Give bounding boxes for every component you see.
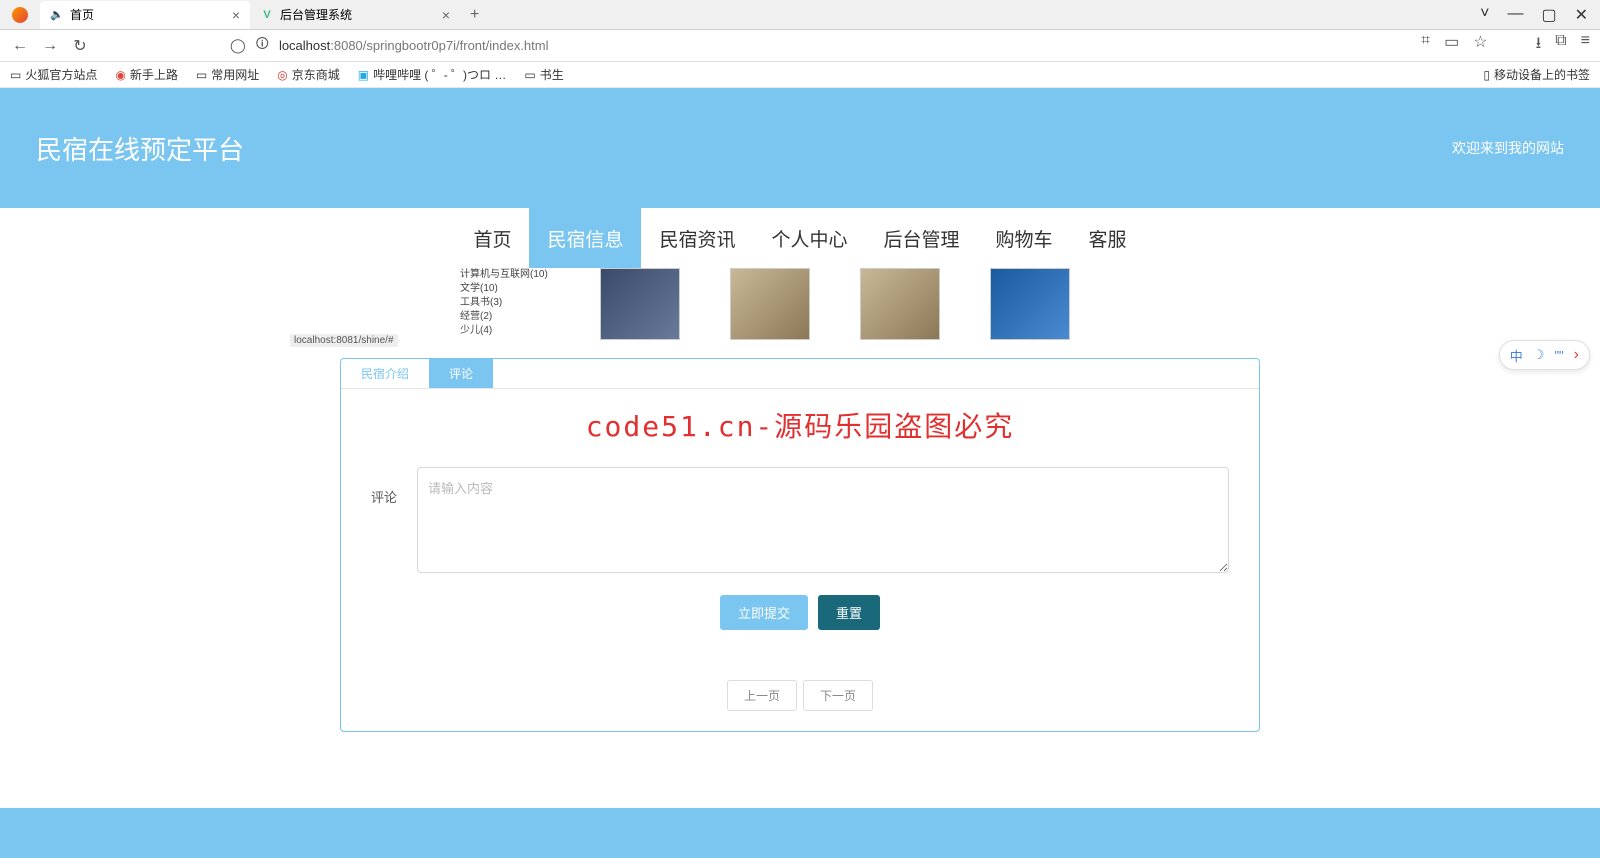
forward-button[interactable]: → <box>40 37 60 55</box>
bookmark-star-icon[interactable]: ☆ <box>1473 32 1487 59</box>
address-bar: ← → ↻ ◯ 🛈 localhost:8080/springbootr0p7i… <box>0 30 1600 62</box>
category-item[interactable]: 经营(2) <box>460 310 550 324</box>
tabs-chevron-icon[interactable]: ˅ <box>1480 5 1489 25</box>
comment-input[interactable] <box>417 467 1229 573</box>
chevron-right-icon[interactable]: › <box>1574 346 1579 364</box>
thumbnail[interactable] <box>730 268 810 340</box>
thumbnail[interactable] <box>600 268 680 340</box>
shield-icon[interactable]: ◯ <box>230 37 246 54</box>
tab-title: 首页 <box>70 6 94 23</box>
category-list: 计算机与互联网(10) 文学(10) 工具书(3) 经营(2) 少儿(4) <box>460 268 550 338</box>
url-display[interactable]: localhost:8080/springbootr0p7i/front/ind… <box>279 38 549 53</box>
tab-intro[interactable]: 民宿介绍 <box>341 359 429 388</box>
jd-icon: ◎ <box>277 68 287 82</box>
tab-title: 后台管理系统 <box>280 6 352 23</box>
window-minimize-button[interactable]: — <box>1507 5 1523 25</box>
folder-icon: ▭ <box>196 68 207 82</box>
submit-button[interactable]: 立即提交 <box>720 595 808 630</box>
browser-tab-strip: 🔈 首页 × V 后台管理系统 × + ˅ — ▢ ✕ <box>0 0 1600 30</box>
folder-icon: ▭ <box>524 68 535 82</box>
ime-lang[interactable]: 中 <box>1510 346 1523 365</box>
watermark-banner: code51.cn-源码乐园盗图必究 <box>341 389 1259 457</box>
site-header: 民宿在线预定平台 欢迎来到我的网站 <box>0 88 1600 208</box>
menu-icon[interactable]: ≡ <box>1581 32 1590 59</box>
welcome-text: 欢迎来到我的网站 <box>1452 138 1564 158</box>
nav-cart[interactable]: 购物车 <box>978 208 1071 268</box>
bookmark-item[interactable]: ▣哔哩哔哩 ( ゜- ゜)つロ … <box>358 66 507 83</box>
browser-tab-1[interactable]: 🔈 首页 × <box>40 1 250 29</box>
lock-icon[interactable]: 🛈 <box>256 35 269 57</box>
back-button[interactable]: ← <box>10 37 30 55</box>
pagination: 上一页 下一页 <box>341 650 1259 731</box>
footer-bar <box>0 808 1600 858</box>
site-title: 民宿在线预定平台 <box>36 130 244 167</box>
moon-icon[interactable]: ☽ <box>1533 347 1545 363</box>
ime-toolbar[interactable]: 中 ☽ "" › <box>1499 340 1590 370</box>
folder-icon: ▭ <box>10 68 21 82</box>
category-item[interactable]: 少儿(4) <box>460 324 550 338</box>
comment-label: 评论 <box>371 467 417 506</box>
firefox-small-icon: ◉ <box>115 68 125 82</box>
ime-quotes-icon[interactable]: "" <box>1554 348 1563 363</box>
browser-tab-2[interactable]: V 后台管理系统 × <box>250 1 460 29</box>
audio-icon: 🔈 <box>50 8 64 22</box>
nav-home[interactable]: 首页 <box>455 208 529 268</box>
extensions-icon[interactable]: ⧉ <box>1555 32 1566 59</box>
close-icon[interactable]: × <box>232 7 240 23</box>
nav-admin[interactable]: 后台管理 <box>866 208 978 268</box>
close-icon[interactable]: × <box>442 7 450 23</box>
card-tabs: 民宿介绍 评论 <box>341 359 1259 389</box>
mobile-bookmarks[interactable]: ▯移动设备上的书签 <box>1483 66 1590 83</box>
new-tab-button[interactable]: + <box>460 6 489 24</box>
thumbnail[interactable] <box>860 268 940 340</box>
nav-personal[interactable]: 个人中心 <box>753 208 865 268</box>
prev-page-button[interactable]: 上一页 <box>727 680 797 711</box>
site-nav: 首页 民宿信息 民宿资讯 个人中心 后台管理 购物车 客服 <box>0 208 1600 268</box>
bookmark-item[interactable]: ◉新手上路 <box>115 66 178 83</box>
mobile-icon: ▯ <box>1483 68 1490 82</box>
qr-icon[interactable]: ⌗ <box>1421 32 1430 59</box>
nav-service[interactable]: 客服 <box>1071 208 1145 268</box>
next-page-button[interactable]: 下一页 <box>803 680 873 711</box>
bookmark-item[interactable]: ◎京东商城 <box>277 66 340 83</box>
window-close-button[interactable]: ✕ <box>1575 5 1588 25</box>
bookmark-item[interactable]: ▭火狐官方站点 <box>10 66 97 83</box>
category-strip: localhost:8081/shine/# 计算机与互联网(10) 文学(10… <box>0 268 1600 348</box>
vue-icon: V <box>260 8 274 22</box>
nav-minsu-info[interactable]: 民宿信息 <box>529 208 641 268</box>
category-item[interactable]: 计算机与互联网(10) <box>460 268 550 282</box>
firefox-icon <box>12 7 28 23</box>
bookmark-item[interactable]: ▭书生 <box>524 66 563 83</box>
tab-comment[interactable]: 评论 <box>429 359 493 388</box>
reload-button[interactable]: ↻ <box>70 36 90 56</box>
category-item[interactable]: 工具书(3) <box>460 296 550 310</box>
nav-minsu-news[interactable]: 民宿资讯 <box>641 208 753 268</box>
bookmark-item[interactable]: ▭常用网址 <box>196 66 259 83</box>
window-maximize-button[interactable]: ▢ <box>1541 5 1556 25</box>
download-icon[interactable]: ⭳ <box>1536 32 1542 59</box>
thumbnail[interactable] <box>990 268 1070 340</box>
small-address: localhost:8081/shine/# <box>290 334 398 347</box>
category-item[interactable]: 文学(10) <box>460 282 550 296</box>
thumbnails <box>600 268 1070 340</box>
bilibili-icon: ▣ <box>358 68 369 82</box>
reset-button[interactable]: 重置 <box>818 595 880 630</box>
reader-icon[interactable]: ▭ <box>1444 32 1459 59</box>
bookmarks-bar: ▭火狐官方站点 ◉新手上路 ▭常用网址 ◎京东商城 ▣哔哩哔哩 ( ゜- ゜)つ… <box>0 62 1600 88</box>
content-card: 民宿介绍 评论 code51.cn-源码乐园盗图必究 评论 立即提交 重置 上一… <box>340 358 1260 732</box>
